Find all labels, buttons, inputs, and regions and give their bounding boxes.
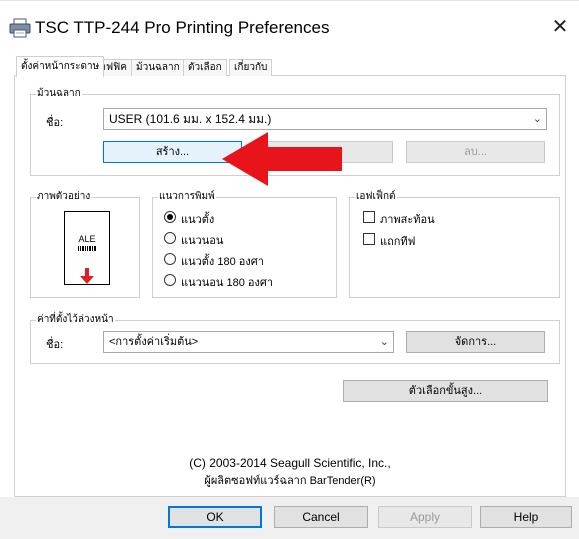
preset-name-dropdown[interactable]: <การตั้งค่าเริ่มต้น> ⌄ <box>103 331 394 353</box>
manage-presets-button[interactable]: จัดการ... <box>406 331 545 353</box>
orientation-landscape-180-label: แนวนอน 180 องศา <box>181 277 274 289</box>
close-icon[interactable]: ✕ <box>550 17 570 39</box>
stock-legend: ม้วนฉลาก <box>37 88 81 99</box>
orientation-legend: แนวการพิมพ์ <box>159 191 215 202</box>
orientation-landscape-180-radio[interactable] <box>164 274 176 286</box>
window-top-border <box>0 0 579 5</box>
orientation-landscape-label: แนวนอน <box>181 235 224 247</box>
copyright-line-2: ผู้ผลิตซอฟท์แวร์ฉลาก BarTender(R) <box>204 475 376 487</box>
preset-name-label: ชื่อ: <box>46 339 64 351</box>
barcode-icon <box>78 246 96 251</box>
orientation-landscape-radio[interactable] <box>164 232 176 244</box>
chevron-down-icon: ⌄ <box>379 336 389 348</box>
orientation-portrait-label: แนวตั้ง <box>181 214 215 226</box>
effects-legend: เอฟเฟ็กต์ <box>356 191 396 202</box>
chevron-down-icon: ⌄ <box>532 113 542 125</box>
delete-button[interactable]: ลบ... <box>406 141 545 163</box>
orientation-portrait-radio[interactable] <box>164 211 176 223</box>
presets-legend: ค่าที่ตั้งไว้ล่วงหน้า <box>37 314 114 325</box>
copyright-line-1: (C) 2003-2014 Seagull Scientific, Inc., <box>189 456 391 470</box>
negative-label: แถกทีฟ <box>380 236 416 248</box>
ok-button[interactable]: OK <box>168 506 262 528</box>
printer-icon <box>9 18 31 38</box>
preview-sample-text: ALE <box>78 234 96 244</box>
tab-options[interactable]: ตัวเลือก <box>183 59 227 76</box>
feed-direction-icon <box>80 268 94 284</box>
mirror-label: ภาพสะท้อน <box>380 214 435 226</box>
preset-name-value: <การตั้งค่าเริ่มต้น> <box>109 336 199 348</box>
orientation-portrait-180-label: แนวตั้ง 180 องศา <box>181 256 264 268</box>
help-button[interactable]: Help <box>480 506 572 528</box>
tab-stock[interactable]: ม้วนฉลาก <box>131 59 185 76</box>
orientation-portrait-180-radio[interactable] <box>164 253 176 265</box>
negative-checkbox[interactable] <box>363 233 375 245</box>
tab-page-setup[interactable]: ตั้งค่าหน้ากระดาษ <box>16 56 105 77</box>
mirror-checkbox[interactable] <box>363 211 375 223</box>
tab-about[interactable]: เกี่ยวกับ <box>229 59 273 76</box>
stock-name-value: USER (101.6 มม. x 152.4 มม.) <box>109 112 272 126</box>
label-preview: ALE <box>64 211 110 285</box>
annotation-arrow-icon <box>222 132 342 186</box>
preview-legend: ภาพตัวอย่าง <box>37 191 91 202</box>
stock-name-dropdown[interactable]: USER (101.6 มม. x 152.4 มม.) ⌄ <box>103 108 547 130</box>
window-title: TSC TTP-244 Pro Printing Preferences <box>35 18 330 37</box>
stock-name-label: ชื่อ: <box>46 117 64 129</box>
cancel-button[interactable]: Cancel <box>274 506 368 528</box>
advanced-options-button[interactable]: ตัวเลือกขั้นสูง... <box>343 380 548 402</box>
apply-button[interactable]: Apply <box>378 506 472 528</box>
